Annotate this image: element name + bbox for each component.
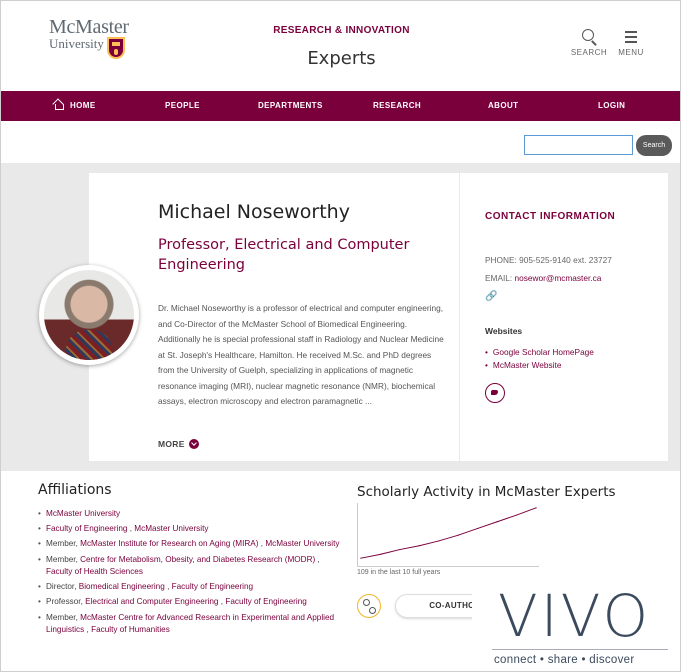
affiliation-item: Director, Biomedical Engineering , Facul…	[38, 581, 346, 594]
affiliation-org-link[interactable]: McMaster Institute for Research on Aging…	[80, 539, 258, 548]
chevron-down-icon	[188, 439, 199, 449]
contact-phone: PHONE: 905-525-9140 ext. 23727	[485, 255, 612, 265]
sparkline-caption: 109 in the last 10 full years	[357, 569, 441, 576]
affiliation-separator: ,	[315, 554, 320, 564]
nav-item-login[interactable]: LOGIN	[598, 91, 625, 121]
affiliation-item: McMaster University	[38, 508, 346, 521]
sparkline-point	[438, 540, 440, 542]
affiliation-org-link[interactable]: McMaster University	[46, 509, 120, 518]
nav-item-departments[interactable]: DEPARTMENTS	[258, 91, 323, 121]
nav-item-label: HOME	[70, 101, 96, 110]
vivo-divider	[492, 649, 668, 650]
twitter-icon[interactable]	[485, 383, 505, 403]
profile-photo	[39, 265, 139, 365]
affiliation-separator: ,	[164, 582, 172, 592]
websites-title: Websites	[485, 326, 523, 336]
header-search-button[interactable]: SEARCH	[569, 27, 609, 57]
affiliation-role: Member,	[46, 539, 81, 549]
search-icon	[569, 27, 609, 47]
affiliation-parent-link[interactable]: McMaster University	[134, 524, 208, 533]
menu-label: MENU	[618, 48, 644, 57]
nav-item-people[interactable]: PEOPLE	[165, 91, 200, 121]
affiliation-parent-link[interactable]: Faculty of Humanities	[91, 625, 170, 634]
affiliation-org-link[interactable]: Biomedical Engineering	[79, 582, 165, 591]
profile-position: Professor, Electrical and Computer Engin…	[158, 237, 410, 273]
email-link[interactable]: nosewor@mcmaster.ca	[515, 273, 602, 283]
vivo-wordmark: VIVO	[498, 582, 652, 650]
contact-card: CONTACT INFORMATION PHONE: 905-525-9140 …	[460, 173, 668, 461]
phone-value: 905-525-9140 ext. 23727	[519, 255, 612, 265]
sparkline-point	[496, 521, 498, 523]
website-link-google-scholar[interactable]: Google Scholar HomePage	[485, 346, 594, 359]
sparkline-series-line	[360, 507, 537, 559]
sparkline-point	[399, 548, 401, 551]
phone-label: PHONE:	[485, 255, 517, 265]
affiliation-org-link[interactable]: Faculty of Engineering	[46, 524, 127, 533]
affiliations-title: Affiliations	[38, 482, 112, 498]
sparkline-point	[457, 534, 459, 536]
contact-title: CONTACT INFORMATION	[485, 211, 616, 222]
main-navigation: HOME PEOPLE DEPARTMENTS RESEARCH ABOUT L…	[1, 91, 680, 121]
affiliation-item: Member, McMaster Centre for Advanced Res…	[38, 612, 346, 637]
affiliation-parent-link[interactable]: Faculty of Health Sciences	[46, 567, 143, 576]
contact-email: EMAIL: nosewor@mcmaster.ca	[485, 273, 601, 283]
scholarly-activity-title: Scholarly Activity in McMaster Experts	[357, 484, 616, 500]
search-bar: Search	[1, 121, 680, 163]
site-header: McMaster University RESEARCH & INNOVATIO…	[1, 1, 680, 91]
affiliation-parent-link[interactable]: Faculty of Engineering	[225, 597, 306, 606]
profile-band: Michael Noseworthy Professor, Electrical…	[1, 163, 680, 471]
nav-item-research[interactable]: RESEARCH	[373, 91, 421, 121]
search-button[interactable]: Search	[636, 135, 672, 156]
vivo-tagline: connect • share • discover	[494, 654, 635, 666]
profile-overview: Dr. Michael Noseworthy is a professor of…	[158, 303, 444, 406]
sparkline-point	[418, 545, 420, 547]
search-input[interactable]	[524, 135, 633, 155]
sparkline-point	[516, 514, 518, 516]
header-menu-button[interactable]: MENU	[611, 27, 651, 57]
affiliation-item: Faculty of Engineering , McMaster Univer…	[38, 523, 346, 536]
link-icon: 🔗	[485, 291, 498, 302]
home-icon	[53, 99, 64, 110]
nav-item-home[interactable]: HOME	[53, 91, 96, 121]
sparkline-point	[379, 553, 381, 555]
affiliation-item: Member, Centre for Metabolism, Obesity, …	[38, 554, 346, 579]
coauthor-network-icon[interactable]	[357, 594, 381, 618]
sparkline-point	[360, 557, 362, 559]
affiliation-role: Professor,	[46, 597, 86, 607]
affiliations-list: McMaster UniversityFaculty of Engineerin…	[38, 508, 346, 639]
sparkline-point	[535, 507, 537, 509]
affiliation-parent-link[interactable]: McMaster University	[265, 539, 339, 548]
profile-card: Michael Noseworthy Professor, Electrical…	[89, 173, 459, 461]
profile-photo-image	[44, 270, 134, 360]
websites-list: Google Scholar HomePage McMaster Website	[485, 346, 594, 372]
affiliation-org-link[interactable]: Electrical and Computer Engineering	[85, 597, 218, 606]
affiliation-parent-link[interactable]: Faculty of Engineering	[172, 582, 253, 591]
vivo-logo[interactable]: VIVO connect • share • discover	[472, 578, 680, 671]
scholarly-activity-sparkline[interactable]	[357, 503, 539, 567]
affiliation-item: Member, McMaster Institute for Research …	[38, 538, 346, 551]
affiliation-org-link[interactable]: Centre for Metabolism, Obesity, and Diab…	[80, 555, 315, 564]
affiliation-role: Director,	[46, 582, 79, 592]
affiliation-role: Member,	[46, 554, 81, 564]
profile-name: Michael Noseworthy	[158, 201, 350, 223]
affiliation-role: Member,	[46, 612, 81, 622]
page: McMaster University RESEARCH & INNOVATIO…	[0, 0, 681, 672]
email-label: EMAIL:	[485, 273, 513, 283]
more-button[interactable]: MORE	[158, 439, 199, 449]
sparkline-point	[477, 527, 479, 530]
affiliation-item: Professor, Electrical and Computer Engin…	[38, 596, 346, 609]
search-label: SEARCH	[570, 48, 608, 57]
hamburger-menu-icon	[611, 27, 651, 47]
more-label: MORE	[158, 439, 185, 449]
website-link-mcmaster[interactable]: McMaster Website	[485, 359, 594, 372]
nav-item-about[interactable]: ABOUT	[488, 91, 518, 121]
